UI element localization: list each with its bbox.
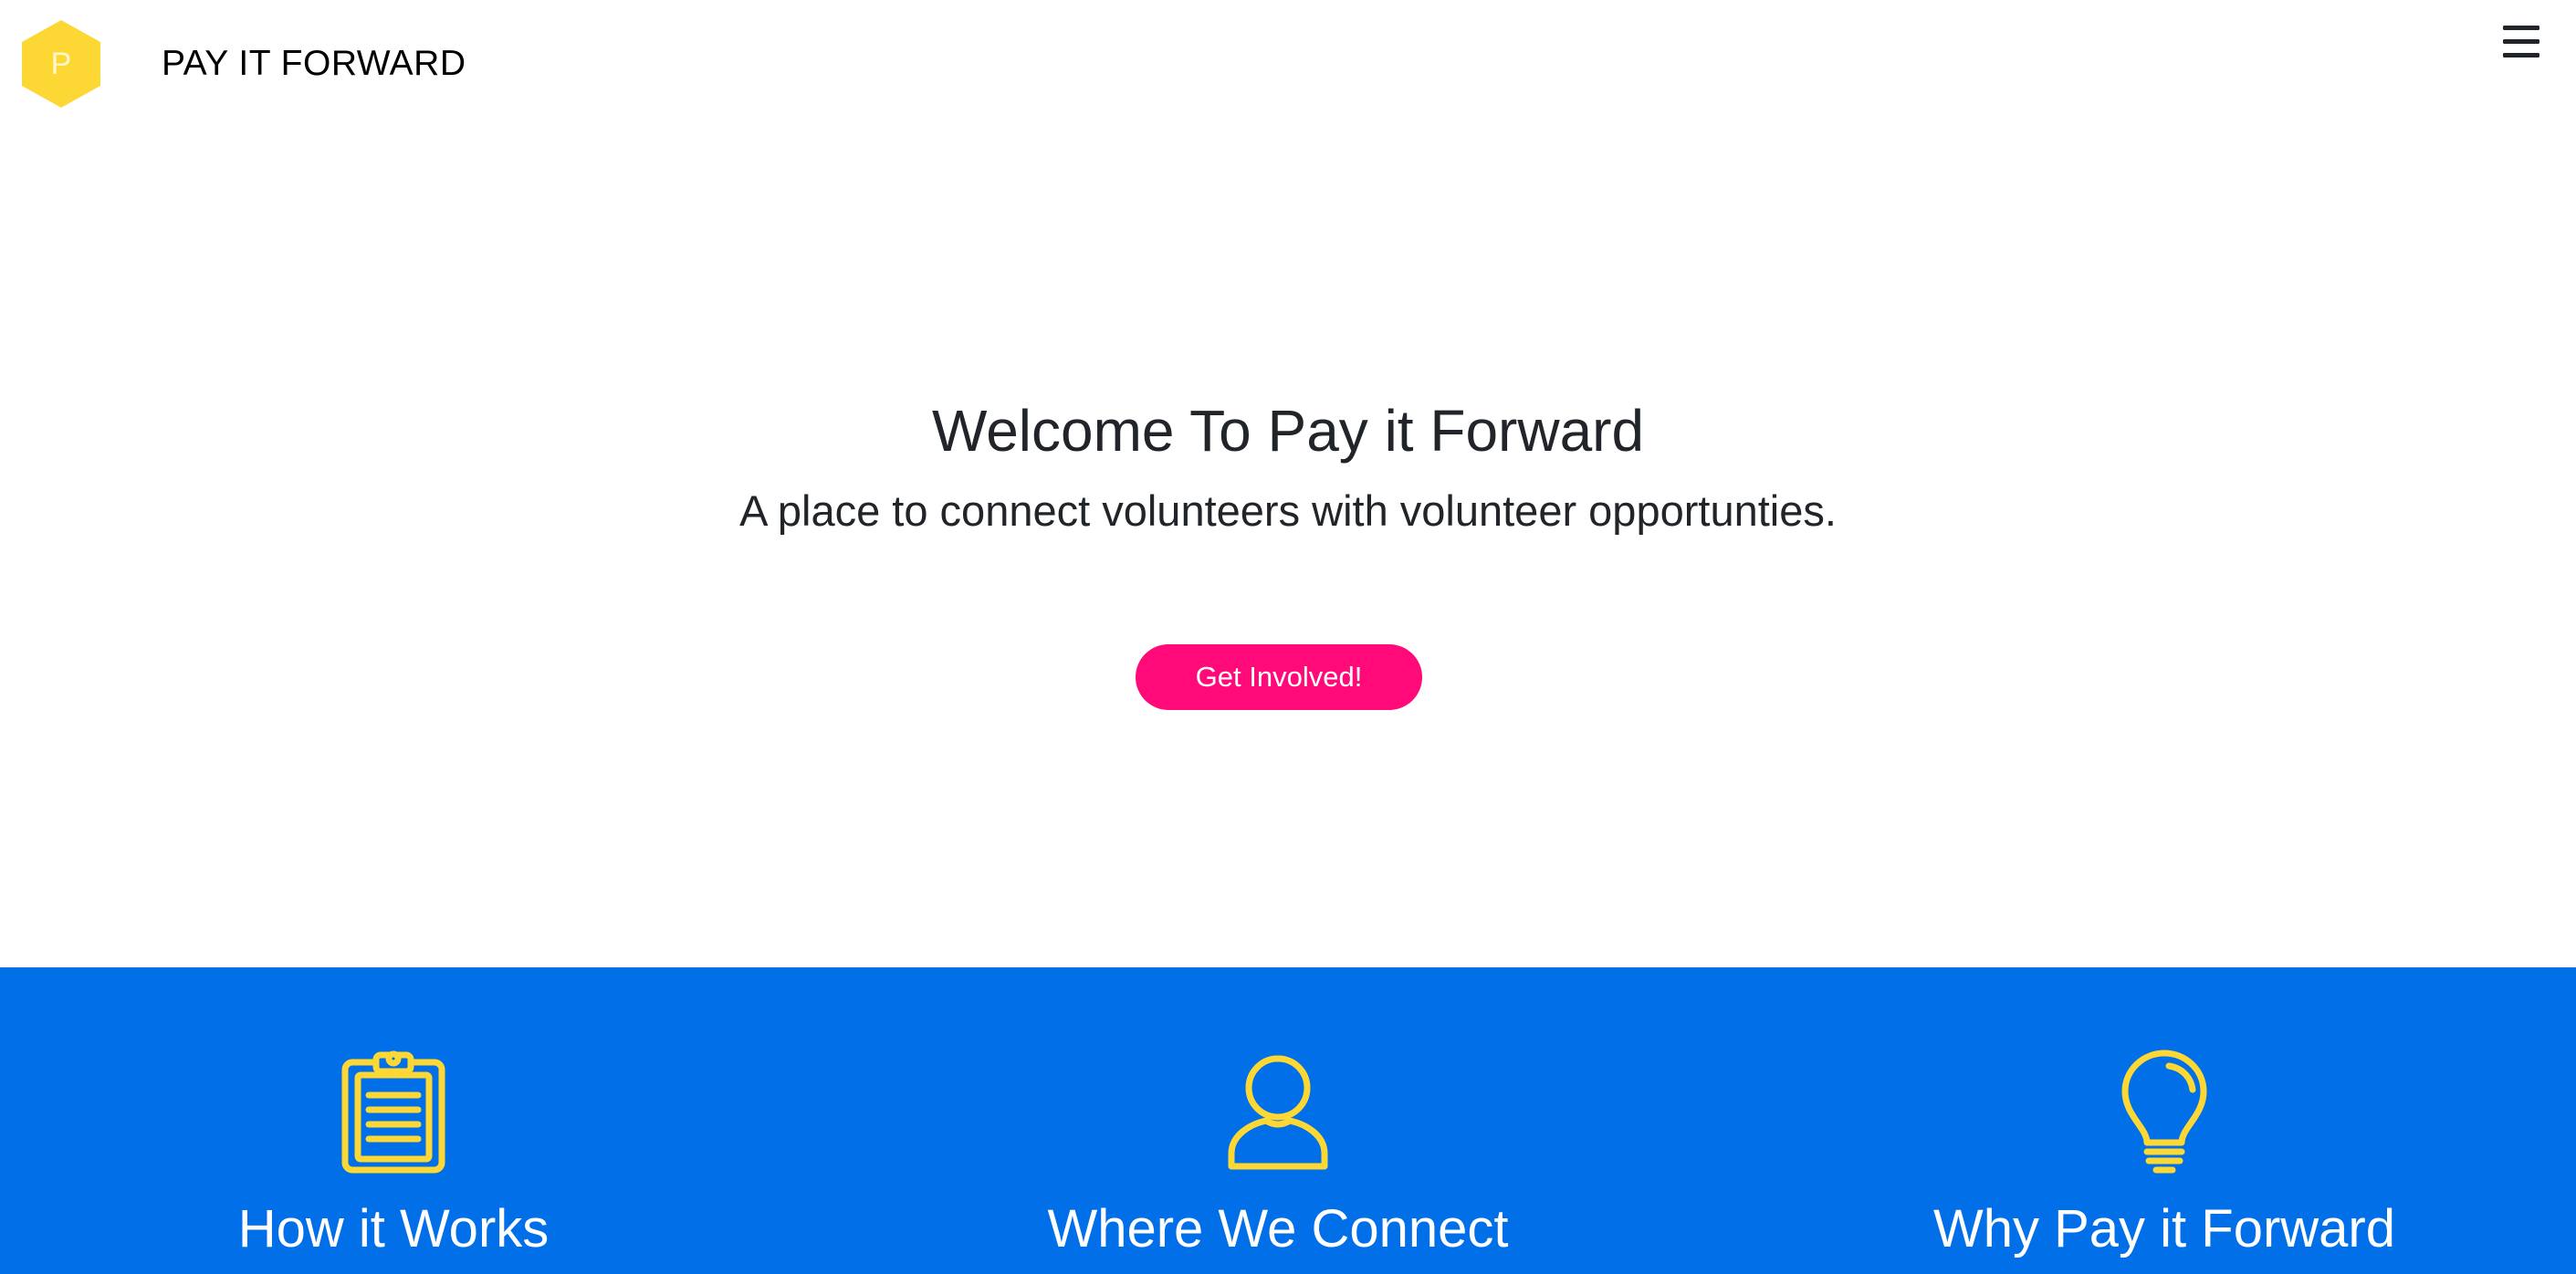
hero-section: Welcome To Pay it Forward A place to con…	[0, 128, 2576, 967]
brand-name: PAY IT FORWARD	[162, 44, 466, 83]
user-icon	[1219, 1048, 1337, 1175]
hamburger-menu-icon[interactable]	[2501, 22, 2541, 62]
logo-letter: P	[50, 46, 72, 81]
get-involved-button[interactable]: Get Involved!	[1136, 644, 1422, 710]
brand-link[interactable]: P PAY IT FORWARD	[20, 18, 466, 110]
feature-where-we-connect[interactable]: Where We Connect	[913, 1048, 1643, 1256]
hero-subtitle: A place to connect volunteers with volun…	[739, 486, 1837, 535]
feature-title: Why Pay it Forward	[1933, 1199, 2395, 1258]
feature-why-pay-it-forward[interactable]: Why Pay it Forward	[1799, 1048, 2529, 1256]
navbar: P PAY IT FORWARD	[0, 0, 2576, 128]
feature-how-it-works[interactable]: How it Works	[28, 1048, 759, 1256]
hero-title: Welcome To Pay it Forward	[931, 398, 1645, 464]
clipboard-icon	[334, 1048, 453, 1175]
features-band: How it Works Where We Connect Why Pay it…	[0, 967, 2576, 1274]
lightbulb-icon	[2105, 1048, 2224, 1175]
feature-title: Where We Connect	[1047, 1199, 1509, 1258]
feature-title: How it Works	[237, 1199, 550, 1258]
hexagon-logo-icon: P	[20, 18, 102, 110]
